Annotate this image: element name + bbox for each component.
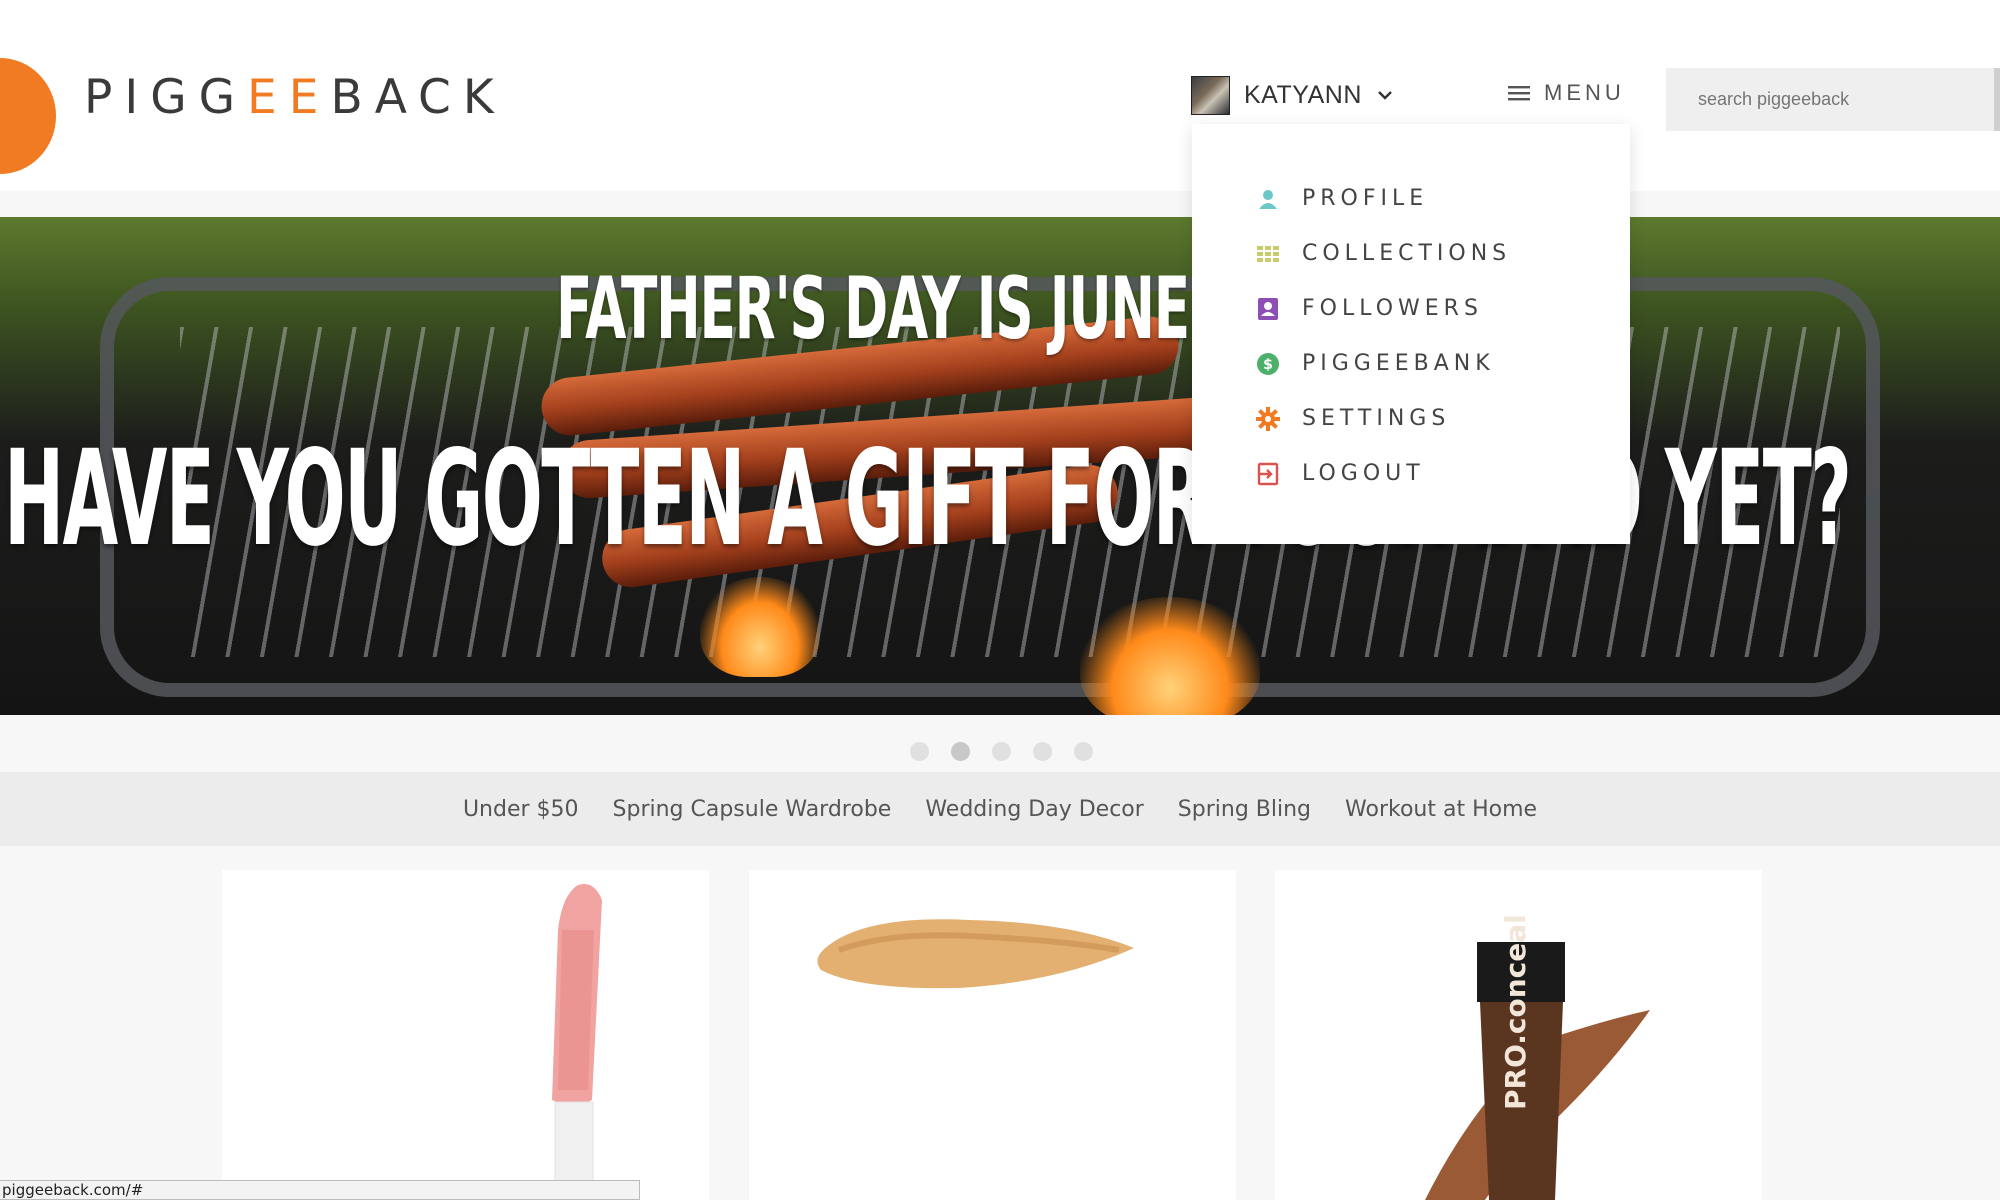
carousel-dots	[910, 742, 1093, 761]
category-link[interactable]: Spring Bling	[1178, 797, 1311, 822]
grid-icon	[1257, 245, 1279, 262]
carousel-dot[interactable]	[1074, 742, 1093, 761]
category-link[interactable]: Under $50	[463, 797, 579, 822]
category-link[interactable]: Workout at Home	[1345, 797, 1537, 822]
pig-logo-icon[interactable]	[0, 28, 58, 174]
carousel-dot-active[interactable]	[951, 742, 970, 761]
dropdown-item-label: COLLECTIONS	[1302, 241, 1512, 266]
hamburger-icon	[1508, 86, 1530, 101]
dropdown-item-collections[interactable]: COLLECTIONS	[1256, 241, 1511, 266]
dropdown-item-label: PIGGEEBANK	[1302, 351, 1495, 376]
category-link[interactable]: Spring Capsule Wardrobe	[613, 797, 892, 822]
menu-button[interactable]: MENU	[1508, 80, 1625, 106]
product-card[interactable]: PRO.conceal	[1275, 870, 1762, 1200]
dropdown-item-label: LOGOUT	[1302, 461, 1425, 486]
dropdown-item-settings[interactable]: SETTINGS	[1256, 406, 1450, 431]
dropdown-item-logout[interactable]: LOGOUT	[1256, 461, 1425, 486]
dropdown-item-label: FOLLOWERS	[1302, 296, 1483, 321]
menu-label: MENU	[1544, 80, 1625, 105]
flame	[1080, 597, 1260, 715]
brand-accent: EE	[247, 70, 331, 125]
browser-status-url: piggeeback.com/#	[0, 1180, 640, 1200]
gear-icon	[1256, 406, 1280, 431]
user-name: KATYANN	[1244, 80, 1362, 109]
carousel-dot[interactable]	[992, 742, 1011, 761]
logout-icon	[1257, 462, 1279, 485]
tube-text: PRO.conceal	[1499, 914, 1532, 1110]
chevron-down-icon	[1378, 91, 1392, 100]
search-button[interactable]	[1994, 68, 2000, 131]
product-card[interactable]	[222, 870, 709, 1200]
category-link[interactable]: Wedding Day Decor	[925, 797, 1143, 822]
search-input[interactable]	[1666, 68, 2000, 131]
hero-banner[interactable]: FATHER'S DAY IS JUNE 19TH HAVE YOU GOTTE…	[0, 217, 2000, 715]
dollar-coin-icon: $	[1257, 352, 1279, 375]
carousel-dot[interactable]	[910, 742, 929, 761]
brand-wordmark[interactable]: PIGGEEBACK	[84, 70, 506, 125]
svg-text:$: $	[1263, 357, 1273, 373]
dropdown-item-label: PROFILE	[1302, 186, 1429, 211]
foundation-swatch-image	[817, 919, 1134, 989]
page: PIGGEEBACK KATYANN MENU FATHER'S DAY IS …	[0, 0, 2000, 1200]
category-bar: Under $50 Spring Capsule Wardrobe Weddin…	[0, 772, 2000, 846]
dropdown-item-followers[interactable]: FOLLOWERS	[1256, 296, 1483, 321]
carousel-dot[interactable]	[1033, 742, 1052, 761]
brand-part-2: BACK	[330, 70, 506, 125]
user-menu-toggle[interactable]: KATYANN	[1191, 73, 1394, 117]
concealer-tube-image: PRO.conceal	[1425, 914, 1650, 1200]
lip-gloss-image	[552, 884, 602, 1200]
dropdown-item-piggeebank[interactable]: $ PIGGEEBANK	[1256, 351, 1495, 376]
dropdown-item-label: SETTINGS	[1302, 406, 1451, 431]
flame	[700, 577, 820, 677]
header: PIGGEEBACK KATYANN MENU	[0, 0, 2000, 191]
avatar	[1191, 75, 1230, 115]
product-card[interactable]	[749, 870, 1236, 1200]
brand-part-1: PIGG	[84, 70, 248, 125]
dropdown-item-profile[interactable]: PROFILE	[1256, 186, 1428, 211]
contact-card-icon	[1258, 297, 1278, 320]
user-dropdown-menu: PROFILE COLLECTIONS FOLLOWERS $ PIGGEEBA…	[1192, 124, 1630, 544]
user-icon	[1259, 189, 1277, 209]
